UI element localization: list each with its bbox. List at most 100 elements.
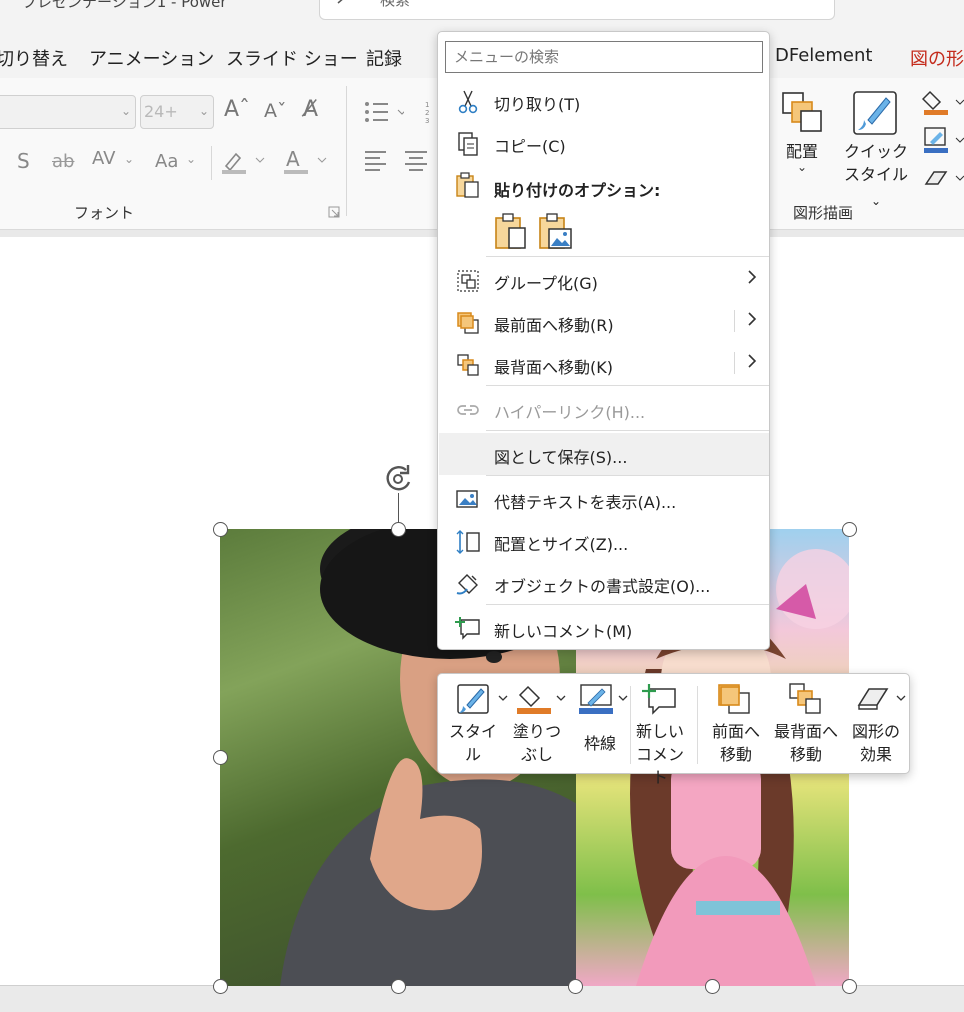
tab-picture-format[interactable]: 図の形 [910,45,964,71]
shape-outline-icon[interactable] [922,126,964,156]
chevron-down-icon: ⌄ [198,104,209,118]
font-name-combo[interactable]: ⌄ [0,95,136,129]
chevron-down-icon: ⌄ [797,160,808,174]
menu-item-bring-to-front[interactable]: 最前面へ移動(R) [439,302,769,342]
mini-bring-forward-button[interactable]: 前面へ 移動 [704,674,768,775]
mini-send-to-back-button[interactable]: 最背面へ 移動 [770,674,842,775]
menu-item-save-as-picture[interactable]: 図として保存(S)... [439,433,769,475]
menu-item-label: 代替テキストを表示(A)... [494,493,677,512]
arrange-icon[interactable] [780,90,824,134]
divider [211,146,212,180]
resize-handle-bottom-right[interactable] [842,979,857,994]
send-to-back-icon [457,354,479,376]
shape-effects-icon [857,688,889,710]
mini-new-comment-label: 新しい コメント [633,720,687,789]
resize-handle-top-left[interactable] [213,522,228,537]
mini-new-comment-button[interactable]: 新しい コメント [633,674,687,787]
change-case-button[interactable]: Aa [155,151,178,172]
menu-item-group[interactable]: グループ化(G) [439,260,769,300]
mini-bring-forward-label-line1: 前面へ [711,722,760,741]
mini-send-to-back-label: 最背面へ 移動 [770,720,842,766]
resize-handle-bottom-right-mid[interactable] [705,979,720,994]
menu-item-label: 切り取り(T) [494,95,581,114]
editor-bottom-bar [0,985,964,1012]
menu-search-input[interactable] [445,41,763,73]
chevron-right-icon[interactable] [745,310,759,328]
tab-animations[interactable]: アニメーション [89,45,214,71]
tab-pdfelement[interactable]: DFelement [775,45,872,66]
shadow-text-button[interactable]: S [17,149,30,173]
group-icon [457,270,479,292]
menu-separator [486,475,769,476]
toolbar-divider [697,686,698,764]
mini-style-button[interactable]: スタイル [444,674,508,775]
copy-icon [458,132,478,156]
mini-fill-label-line2: ぶし [520,745,553,764]
alt-text-icon [456,490,478,508]
resize-handle-top[interactable] [391,522,406,537]
menu-item-format-object[interactable]: オブジェクトの書式設定(O)... [439,563,769,603]
resize-handle-bottom-left[interactable] [213,979,228,994]
paste-as-picture-icon[interactable] [537,212,573,250]
chevron-down-icon [896,695,906,701]
search-box[interactable]: 検索 [319,0,835,20]
mini-outline-button[interactable]: 枠線 [572,674,628,775]
clear-format-icon[interactable]: A̸ [303,97,318,122]
drawing-group-label: 図形描画 [793,204,854,222]
menu-item-alt-text[interactable]: 代替テキストを表示(A)... [439,479,769,519]
menu-item-label: 最前面へ移動(R) [494,316,614,335]
shape-effects-icon[interactable] [922,166,964,192]
font-size-combo[interactable]: 24+ ⌄ [140,95,214,129]
context-menu: 切り取り(T) コピー(C) 貼り付けのオプション: グループ化(G) 最前面へ… [437,31,770,650]
resize-handle-left[interactable] [213,750,228,765]
paste-options-label: 貼り付けのオプション: [494,181,661,200]
menu-item-new-comment[interactable]: 新しいコメント(M) [439,608,769,648]
quick-style-label-line1: クイック [843,142,908,161]
bring-to-front-icon [718,684,750,714]
menu-item-hyperlink: ハイパーリンク(H)... [439,389,769,429]
chevron-down-icon [556,695,566,701]
char-spacing-button[interactable]: AV [92,148,115,169]
format-object-icon [456,574,478,595]
resize-handle-top-right[interactable] [842,522,857,537]
bullet-list-icon[interactable] [364,100,404,124]
menu-item-size-position[interactable]: 配置とサイズ(Z)... [439,521,769,561]
shrink-font-icon[interactable]: Aˇ [264,100,287,122]
menu-item-label: 配置とサイズ(Z)... [494,535,629,554]
menu-item-copy[interactable]: コピー(C) [439,123,769,163]
numbered-list-icon[interactable]: 123 [423,98,437,124]
menu-item-label: 最背面へ移動(K) [494,358,613,377]
align-left-icon[interactable] [364,150,390,172]
chevron-right-icon [748,270,757,284]
rotate-handle-icon[interactable] [382,462,416,496]
submenu-divider [734,310,735,332]
align-center-icon[interactable] [404,150,430,172]
mini-bring-forward-label: 前面へ 移動 [704,720,768,766]
strikethrough-button[interactable]: ab [52,151,74,172]
mini-new-comment-label-line1: 新しい [635,722,684,741]
highlight-color-icon[interactable] [220,148,268,176]
tab-transitions[interactable]: 切り替え [0,45,68,71]
chevron-right-icon[interactable] [745,352,759,370]
menu-item-send-to-back[interactable]: 最背面へ移動(K) [439,344,769,384]
font-color-icon[interactable]: A [282,148,330,176]
tab-record[interactable]: 記録 [366,45,402,71]
paste-keep-source-icon[interactable] [493,212,529,250]
chevron-down-icon: ⌄ [186,152,197,166]
shape-outline-icon [579,684,613,714]
chevron-down-icon [498,695,508,701]
quick-style-icon[interactable] [852,90,898,136]
mini-fill-button[interactable]: 塗りつ ぶし [508,674,566,775]
title-bar: プレゼンテーション1 - Power 検索 [0,0,964,30]
mini-shape-effects-button[interactable]: 図形の 効果 [844,674,908,775]
resize-handle-bottom[interactable] [391,979,406,994]
svg-text:2: 2 [425,109,429,117]
menu-item-label: コピー(C) [494,137,566,156]
resize-handle-bottom-mid[interactable] [568,979,583,994]
menu-item-cut[interactable]: 切り取り(T) [439,81,769,121]
shape-fill-icon[interactable] [922,88,964,118]
mini-shape-effects-label: 図形の 効果 [844,720,908,766]
dialog-launcher-icon[interactable] [328,206,340,218]
tab-slideshow[interactable]: スライド ショー [226,45,358,71]
grow-font-icon[interactable]: Aˆ [224,97,250,122]
